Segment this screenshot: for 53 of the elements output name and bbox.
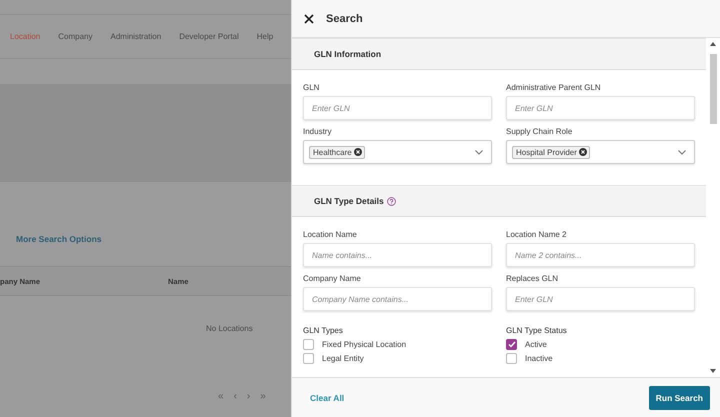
checkbox-label: Active bbox=[525, 340, 547, 348]
nav-link[interactable]: Help bbox=[256, 32, 274, 41]
nav-link[interactable]: Company bbox=[58, 32, 92, 41]
input-field[interactable]: Enter GLN bbox=[506, 287, 695, 311]
checkbox[interactable] bbox=[506, 338, 517, 350]
input-field[interactable]: Enter GLN bbox=[303, 96, 492, 120]
field-label: GLN bbox=[303, 83, 320, 92]
group-label: GLN Types bbox=[303, 326, 344, 335]
checkbox[interactable] bbox=[303, 338, 314, 350]
field-label: Industry bbox=[303, 127, 332, 136]
nav-link[interactable]: Location bbox=[10, 32, 40, 41]
field-label: Administrative Parent GLN bbox=[506, 83, 602, 92]
remove-icon[interactable] bbox=[578, 148, 587, 156]
pagination-button[interactable]: « bbox=[218, 391, 224, 402]
section-title: GLN Type Details bbox=[314, 196, 384, 206]
selected-tag: Healthcare bbox=[309, 146, 365, 158]
pagination-button[interactable]: › bbox=[246, 391, 250, 402]
field-label: Location Name bbox=[303, 230, 358, 239]
chevron-down-icon bbox=[475, 150, 483, 154]
field-label: Location Name 2 bbox=[506, 230, 568, 239]
checkbox-label: Legal Entity bbox=[322, 354, 364, 362]
nav-link[interactable]: Developer Portal bbox=[179, 32, 239, 41]
input-field[interactable]: Enter GLN bbox=[506, 96, 695, 120]
checkbox[interactable] bbox=[506, 352, 517, 364]
selected-tag: Hospital Provider bbox=[512, 146, 590, 158]
checkbox-label: Fixed Physical Location bbox=[322, 340, 406, 348]
panel-title: Search bbox=[326, 12, 363, 24]
empty-message: No Locations bbox=[206, 324, 253, 333]
input-field[interactable]: Company Name contains... bbox=[303, 287, 492, 311]
chevron-down-icon bbox=[678, 150, 686, 154]
scrollbar-thumb[interactable] bbox=[710, 54, 716, 124]
field-label: Supply Chain Role bbox=[506, 127, 574, 136]
more-search-options-link[interactable]: More Search Options bbox=[16, 234, 291, 244]
scroll-down-icon[interactable] bbox=[710, 369, 716, 373]
field-label: Replaces GLN bbox=[506, 274, 560, 283]
close-icon[interactable] bbox=[304, 14, 314, 24]
input-field[interactable]: Name contains... bbox=[303, 243, 492, 267]
input-field[interactable]: Name 2 contains... bbox=[506, 243, 695, 267]
pagination-button[interactable]: » bbox=[260, 391, 266, 402]
group-label: GLN Type Status bbox=[506, 326, 568, 335]
checkbox-label: Inactive bbox=[525, 354, 553, 362]
run-search-button[interactable]: Run Search bbox=[648, 386, 710, 410]
nav-link[interactable]: Administration bbox=[110, 32, 162, 41]
select-field[interactable]: Healthcare bbox=[303, 140, 492, 164]
section-title: GLN Information bbox=[314, 49, 382, 59]
field-label: Company Name bbox=[303, 274, 362, 283]
checkbox[interactable] bbox=[303, 352, 314, 364]
scroll-up-icon[interactable] bbox=[710, 42, 716, 46]
remove-icon[interactable] bbox=[354, 148, 362, 156]
pagination-button[interactable]: ‹ bbox=[234, 391, 237, 402]
help-icon[interactable] bbox=[386, 196, 396, 206]
select-field[interactable]: Hospital Provider bbox=[506, 140, 695, 164]
clear-all-link[interactable]: Clear All bbox=[310, 392, 344, 402]
